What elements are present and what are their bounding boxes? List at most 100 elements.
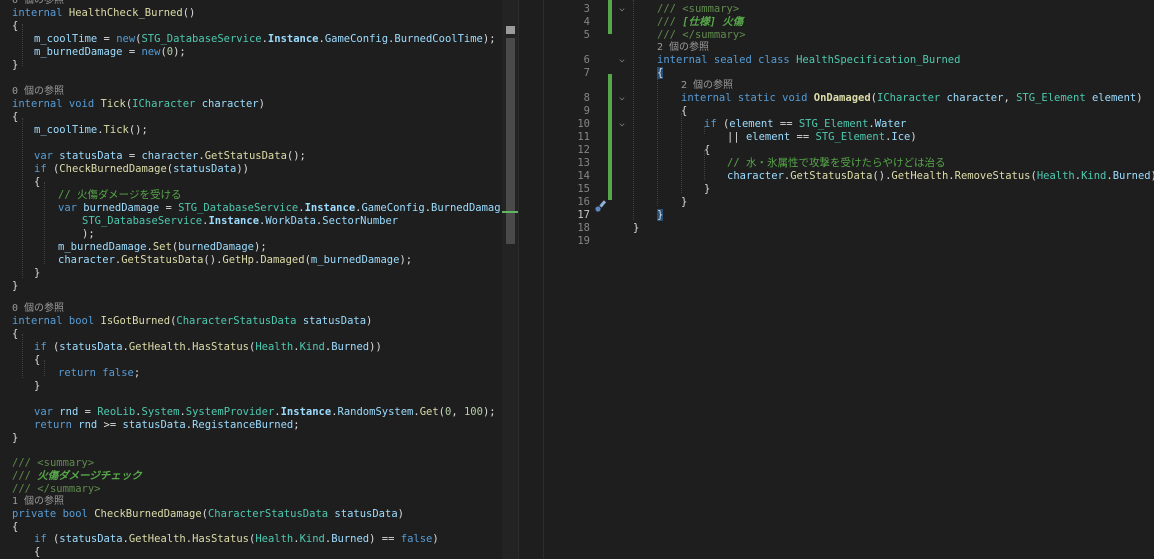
code-line[interactable]: if (CheckBurnedDamage(statusData)) [34, 163, 249, 176]
code-line[interactable]: } [12, 280, 18, 293]
code-token: statusData [173, 163, 237, 175]
code-line[interactable]: character.GetStatusData().GetHealth.Remo… [727, 170, 1154, 183]
code-token: STG_Element [815, 131, 886, 143]
code-line[interactable]: /// 火傷ダメージチェック [12, 470, 142, 483]
code-line[interactable]: } [34, 267, 40, 280]
pane-splitter[interactable] [518, 0, 544, 559]
code-line[interactable]: /// [仕様] 火傷 [657, 16, 743, 29]
code-line[interactable]: m_coolTime = new(STG_DatabaseService.Ins… [34, 33, 496, 46]
code-line[interactable]: { [681, 105, 687, 118]
code-line[interactable]: /// <summary> [657, 3, 739, 16]
code-line[interactable]: STG_DatabaseService.Instance.WorkData.Se… [82, 215, 398, 228]
fold-chevron-icon[interactable]: ⌵ [618, 118, 626, 131]
code-line[interactable]: // 水・氷属性で攻撃を受けたらやけどは治る [727, 157, 945, 170]
code-line[interactable]: } [12, 59, 18, 72]
quick-action-brush-icon[interactable] [594, 199, 607, 213]
code-line[interactable]: m_burnedDamage.Set(burnedDamage); [58, 241, 267, 254]
line-number[interactable]: 15 [544, 183, 590, 196]
code-line[interactable]: internal sealed class HealthSpecificatio… [657, 54, 960, 67]
line-number[interactable]: 18 [544, 222, 590, 235]
code-line[interactable]: internal bool IsGotBurned(CharacterStatu… [12, 315, 372, 328]
fold-chevron-icon[interactable]: ⌵ [618, 3, 626, 16]
codelens-reference-count[interactable]: 2 個の参照 [657, 41, 709, 54]
line-number[interactable]: 8 [544, 92, 590, 105]
code-line[interactable]: character.GetStatusData().GetHp.Damaged(… [58, 254, 412, 267]
code-line[interactable]: if (statusData.GetHealth.HasStatus(Healt… [34, 533, 439, 546]
code-line[interactable]: } [657, 209, 664, 222]
code-line[interactable]: { [34, 546, 40, 559]
code-line[interactable]: || element == STG_Element.Ice) [727, 131, 917, 144]
code-line[interactable]: // 火傷ダメージを受ける [58, 189, 181, 202]
code-token: GetHealth [891, 170, 949, 182]
line-number[interactable]: 7 [544, 67, 590, 80]
code-line[interactable]: ); [82, 228, 95, 241]
code-line[interactable]: m_coolTime.Tick(); [34, 124, 148, 137]
line-number[interactable]: 14 [544, 170, 590, 183]
code-line[interactable]: var burnedDamage = STG_DatabaseService.I… [58, 202, 500, 215]
line-number[interactable]: 19 [544, 235, 590, 248]
code-line[interactable]: } [34, 380, 40, 393]
codelens-reference-count[interactable]: 1 個の参照 [12, 495, 64, 508]
code-token: internal sealed class [657, 54, 797, 66]
right-code-editor[interactable]: ⌵ ⌵ ⌵ ⌵ 3 4 5 6 7 8 9 10 11 12 13 14 15 16 17 18 19 /// <… [544, 0, 1154, 559]
line-number[interactable]: 6 [544, 54, 590, 67]
code-token: ICharacter [877, 92, 941, 104]
line-number[interactable]: 12 [544, 144, 590, 157]
vertical-scrollbar[interactable] [502, 0, 518, 559]
code-line[interactable]: internal static void OnDamaged(ICharacte… [681, 92, 1143, 105]
code-line[interactable]: internal void Tick(ICharacter character) [12, 98, 265, 111]
code-line[interactable]: } [704, 183, 710, 196]
code-token: element [745, 131, 791, 143]
line-number[interactable]: 17 [544, 209, 590, 222]
line-number[interactable]: 11 [544, 131, 590, 144]
code-token: >= [97, 419, 123, 431]
line-number[interactable]: 4 [544, 16, 590, 29]
code-line[interactable]: if (statusData.GetHealth.HasStatus(Healt… [34, 341, 382, 354]
code-line[interactable]: { [12, 328, 18, 341]
left-code-editor[interactable]: 0 個の参照 internal HealthCheck_Burned(){m_co… [0, 0, 500, 559]
line-number[interactable]: 9 [544, 105, 590, 118]
code-token: ); [1151, 170, 1154, 182]
code-line[interactable]: internal HealthCheck_Burned() [12, 7, 195, 20]
scroll-up-arrow-icon[interactable] [506, 26, 515, 34]
fold-chevron-icon[interactable]: ⌵ [618, 54, 626, 67]
line-number[interactable]: 13 [544, 157, 590, 170]
code-line[interactable]: private bool CheckBurnedDamage(Character… [12, 508, 404, 521]
code-line[interactable]: } [12, 432, 18, 445]
code-token: (). [203, 254, 223, 266]
code-token: STG_DatabaseService [178, 202, 299, 214]
code-token: character [201, 98, 259, 110]
code-line[interactable]: { [12, 111, 18, 124]
codelens-reference-count[interactable]: 0 個の参照 [12, 85, 64, 98]
line-number[interactable]: 5 [544, 29, 590, 42]
code-token: IsGotBurned [100, 315, 171, 327]
line-number[interactable]: 10 [544, 118, 590, 131]
code-line[interactable]: if (element == STG_Element.Water [704, 118, 906, 131]
code-token: GameConfig [324, 33, 389, 45]
code-line[interactable]: { [12, 20, 18, 33]
scrollbar-thumb[interactable] [506, 38, 515, 244]
code-line[interactable]: { [12, 521, 18, 534]
line-number[interactable]: 16 [544, 196, 590, 209]
line-number[interactable]: 3 [544, 3, 590, 16]
code-line[interactable]: var rnd = ReoLib.System.SystemProvider.I… [34, 406, 496, 419]
codelens-reference-count[interactable]: 0 個の参照 [12, 302, 64, 315]
codelens-reference-count[interactable]: 2 個の参照 [681, 79, 733, 92]
code-line[interactable]: } [681, 196, 687, 209]
code-line[interactable]: } [633, 222, 639, 235]
code-line[interactable]: m_burnedDamage = new(0); [34, 46, 186, 59]
code-line[interactable]: { [34, 176, 40, 189]
code-token: internal static void [681, 92, 814, 104]
codelens-reference-count[interactable]: 0 個の参照 [12, 0, 64, 7]
code-token: Damaged [260, 254, 305, 266]
code-line[interactable]: var statusData = character.GetStatusData… [34, 150, 306, 163]
code-line[interactable]: /// <summary> [12, 457, 94, 470]
code-token: new [141, 46, 161, 58]
code-line[interactable]: return false; [58, 367, 140, 380]
fold-chevron-icon[interactable]: ⌵ [618, 92, 626, 105]
code-token: character [58, 254, 115, 266]
code-line[interactable]: { [34, 354, 40, 367]
code-line[interactable]: { [657, 67, 664, 80]
code-line[interactable]: return rnd >= statusData.RegistanceBurne… [34, 419, 300, 432]
code-line[interactable]: { [704, 144, 710, 157]
